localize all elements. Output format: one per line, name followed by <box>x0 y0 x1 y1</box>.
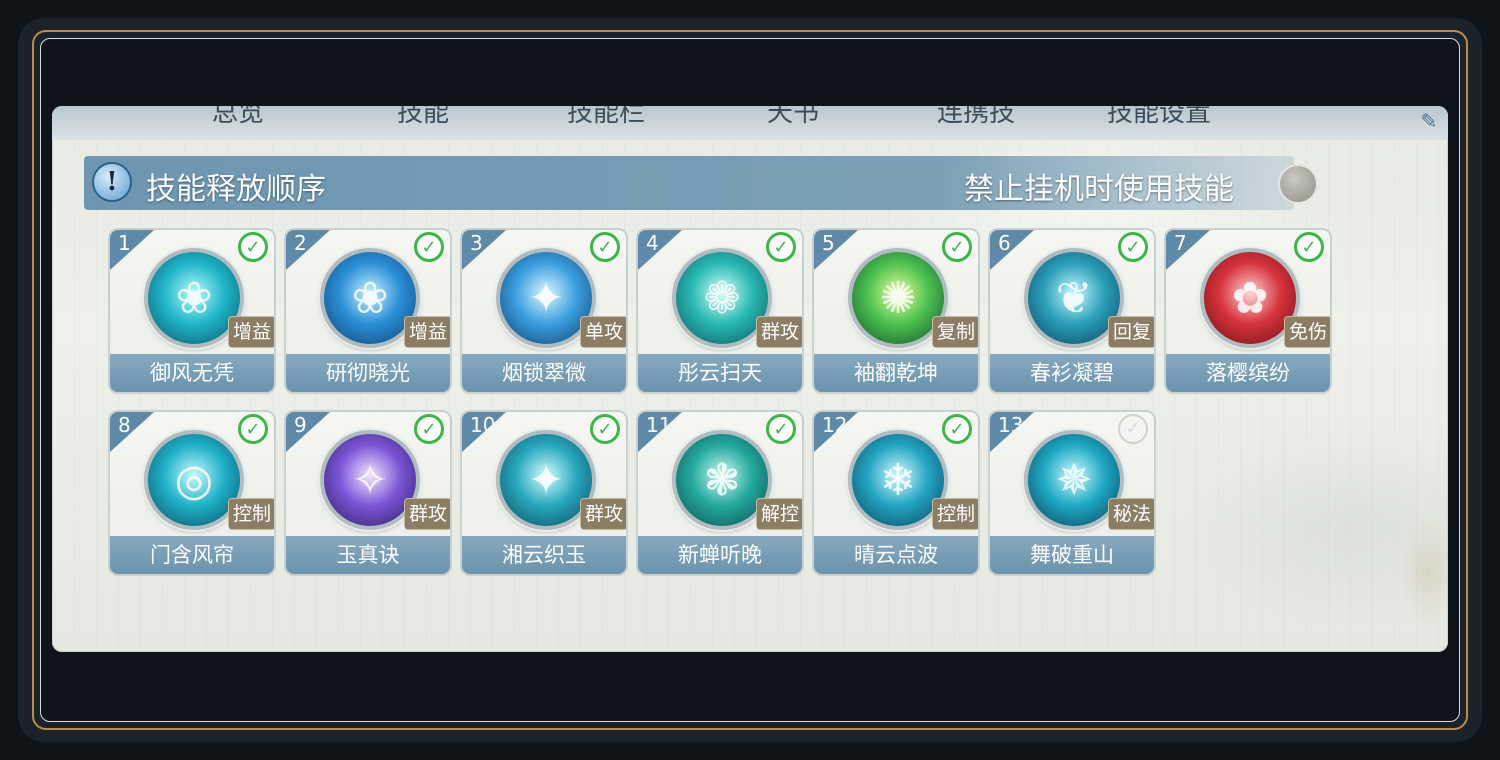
skill-type-tag: 复制 <box>932 316 978 348</box>
skill-type-tag: 控制 <box>228 498 274 530</box>
order-number: 13 <box>998 413 1024 437</box>
order-number: 2 <box>294 231 307 255</box>
skill-name: 袖翻乾坤 <box>814 354 978 392</box>
tab-strip: 总览 技能 技能栏 天书 连携技 技能设置 ✎ <box>52 106 1448 140</box>
checkmark-icon[interactable]: ✓ <box>1118 232 1148 262</box>
tab-heavenly-book[interactable]: 天书 <box>767 106 819 129</box>
checkmark-icon[interactable]: ✓ <box>1294 232 1324 262</box>
order-number: 11 <box>646 413 672 437</box>
order-number: 4 <box>646 231 659 255</box>
skill-glyph-icon: ❦ <box>1055 272 1093 324</box>
skill-glyph-icon: ✧ <box>351 454 389 506</box>
skill-type-tag: 免伤 <box>1284 316 1330 348</box>
skill-name: 晴云点波 <box>814 536 978 574</box>
tab-combo-skills[interactable]: 连携技 <box>937 106 1015 129</box>
skill-name: 彤云扫天 <box>638 354 802 392</box>
skill-glyph-icon: ✦ <box>527 272 565 324</box>
skill-card[interactable]: 8 ✓ ◎ 控制门含风帘 <box>108 410 276 576</box>
order-number: 5 <box>822 231 835 255</box>
header-bar: ! 技能释放顺序 禁止挂机时使用技能 <box>84 156 1318 210</box>
skill-type-tag: 增益 <box>228 316 274 348</box>
skill-name: 玉真诀 <box>286 536 450 574</box>
skill-name: 门含风帘 <box>110 536 274 574</box>
checkmark-icon[interactable]: ✓ <box>766 414 796 444</box>
order-number: 3 <box>470 231 483 255</box>
skill-name: 舞破重山 <box>990 536 1154 574</box>
skill-card[interactable]: 10 ✓ ✦ 群攻湘云织玉 <box>460 410 628 576</box>
skill-glyph-icon: ✵ <box>1055 454 1093 506</box>
tab-skill-settings[interactable]: 技能设置 <box>1107 106 1211 129</box>
skill-card[interactable]: 5 ✓ ✺ 复制袖翻乾坤 <box>812 228 980 394</box>
info-icon[interactable]: ! <box>92 162 132 202</box>
skill-card[interactable]: 4 ✓ ❁ 群攻彤云扫天 <box>636 228 804 394</box>
skill-name: 御风无凭 <box>110 354 274 392</box>
skill-name: 春衫凝碧 <box>990 354 1154 392</box>
skill-glyph-icon: ✦ <box>527 454 565 506</box>
skill-glyph-icon: ❀ <box>175 272 213 324</box>
order-number: 8 <box>118 413 131 437</box>
checkmark-icon[interactable]: ✓ <box>238 414 268 444</box>
skill-type-tag: 群攻 <box>756 316 802 348</box>
skill-type-tag: 单攻 <box>580 316 626 348</box>
skill-glyph-icon: ✿ <box>1231 272 1269 324</box>
skill-card[interactable]: 6 ✓ ❦ 回复春衫凝碧 <box>988 228 1156 394</box>
order-number: 1 <box>118 231 131 255</box>
skill-glyph-icon: ❀ <box>351 272 389 324</box>
skill-settings-panel: 总览 技能 技能栏 天书 连携技 技能设置 ✎ ! 技能释放顺序 禁止挂机时使用… <box>52 106 1448 652</box>
skill-card[interactable]: 12 ✓ ❄ 控制晴云点波 <box>812 410 980 576</box>
skill-card[interactable]: 2 ✓ ❀ 增益研彻晓光 <box>284 228 452 394</box>
skill-name: 研彻晓光 <box>286 354 450 392</box>
skill-type-tag: 解控 <box>756 498 802 530</box>
skill-glyph-icon: ◎ <box>174 454 214 506</box>
skill-type-tag: 群攻 <box>580 498 626 530</box>
skill-card[interactable]: 3 ✓ ✦ 单攻烟锁翠微 <box>460 228 628 394</box>
skill-card[interactable]: 1 ✓ ❀ 增益御风无凭 <box>108 228 276 394</box>
skill-card[interactable]: 7 ✓ ✿ 免伤落樱缤纷 <box>1164 228 1332 394</box>
order-number: 10 <box>470 413 496 437</box>
skill-glyph-icon: ❃ <box>703 454 741 506</box>
brush-icon: ✎ <box>1420 109 1438 133</box>
checkmark-icon[interactable]: ✓ <box>590 232 620 262</box>
auto-skill-toggle-label: 禁止挂机时使用技能 <box>964 172 1234 207</box>
checkmark-icon[interactable]: ✓ <box>414 414 444 444</box>
skill-card[interactable]: 11 ✓ ❃ 解控新蝉听晚 <box>636 410 804 576</box>
order-number: 7 <box>1174 231 1187 255</box>
skill-order-grid: 1 ✓ ❀ 增益 御风无凭 2 ✓ ❀ 增益 研彻晓光 3 ✓ ✦ 单攻 烟锁翠微 4 ✓ ❁ 群攻 彤云扫天 5 ✓ ✺ 复… <box>108 228 1348 588</box>
skill-type-tag: 控制 <box>932 498 978 530</box>
tab-overview[interactable]: 总览 <box>212 106 264 129</box>
checkmark-icon[interactable]: ✓ <box>766 232 796 262</box>
skill-name: 湘云织玉 <box>462 536 626 574</box>
skill-type-tag: 增益 <box>404 316 450 348</box>
checkmark-icon[interactable]: ✓ <box>238 232 268 262</box>
auto-skill-toggle[interactable] <box>1278 164 1318 204</box>
tab-skill-bar[interactable]: 技能栏 <box>567 106 645 129</box>
section-title: 技能释放顺序 <box>146 172 326 207</box>
skill-card[interactable]: 13 ✓ ✵ 秘法舞破重山 <box>988 410 1156 576</box>
checkmark-icon[interactable]: ✓ <box>590 414 620 444</box>
tab-skills[interactable]: 技能 <box>397 106 449 129</box>
skill-glyph-icon: ✺ <box>879 272 917 324</box>
order-number: 9 <box>294 413 307 437</box>
skill-type-tag: 秘法 <box>1108 498 1154 530</box>
skill-type-tag: 回复 <box>1108 316 1154 348</box>
checkmark-icon[interactable]: ✓ <box>942 414 972 444</box>
checkmark-icon[interactable]: ✓ <box>414 232 444 262</box>
skill-card[interactable]: 9 ✓ ✧ 群攻玉真诀 <box>284 410 452 576</box>
checkmark-icon[interactable]: ✓ <box>942 232 972 262</box>
skill-name: 烟锁翠微 <box>462 354 626 392</box>
order-number: 12 <box>822 413 848 437</box>
skill-glyph-icon: ❁ <box>703 272 741 324</box>
order-number: 6 <box>998 231 1011 255</box>
skill-name: 新蝉听晚 <box>638 536 802 574</box>
decorative-ornament <box>1368 482 1448 652</box>
skill-type-tag: 群攻 <box>404 498 450 530</box>
skill-glyph-icon: ❄ <box>879 454 917 506</box>
checkmark-icon[interactable]: ✓ <box>1118 414 1148 444</box>
skill-name: 落樱缤纷 <box>1166 354 1330 392</box>
